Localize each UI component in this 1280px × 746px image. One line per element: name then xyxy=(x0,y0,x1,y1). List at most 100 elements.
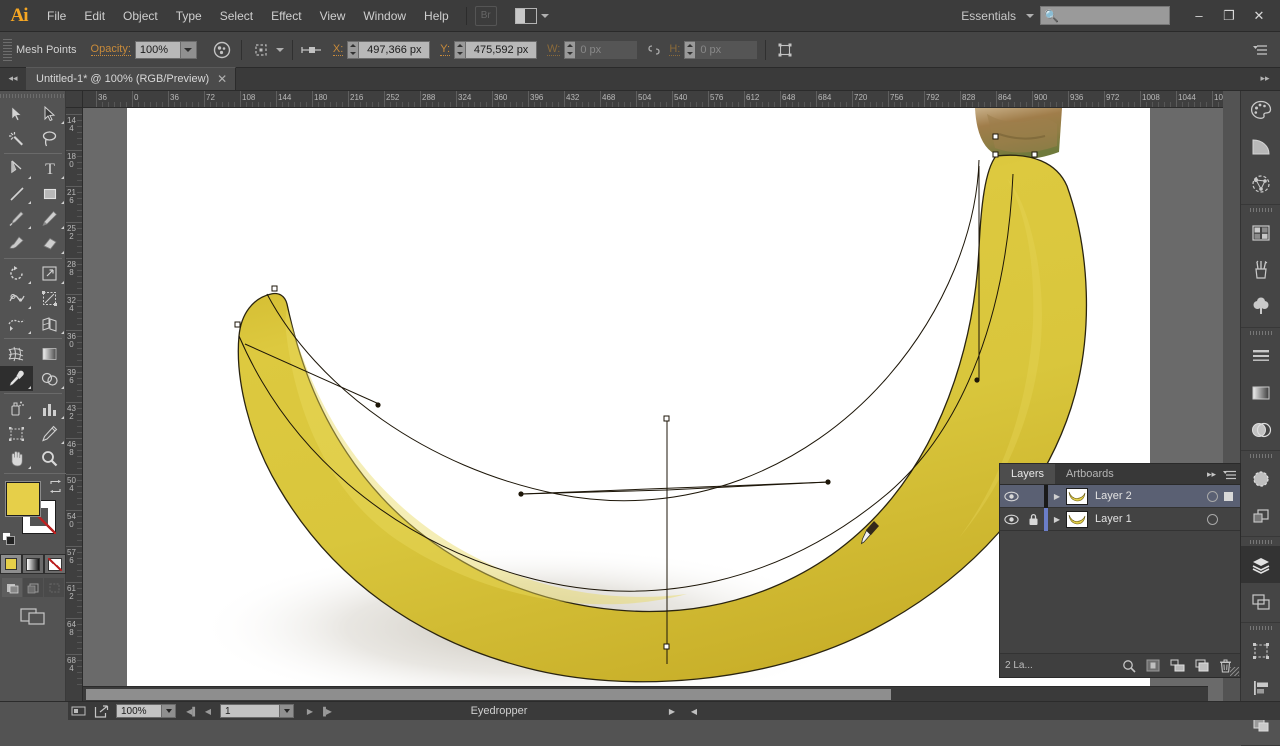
ruler-origin-corner[interactable] xyxy=(66,91,83,108)
link-dimensions-icon[interactable] xyxy=(643,39,665,61)
lasso-tool[interactable] xyxy=(33,126,66,151)
stroke-panel-icon[interactable] xyxy=(1241,337,1280,374)
layers-panel[interactable]: Layers Artboards ▸▸ ▶ Laye xyxy=(999,463,1241,678)
gradient-tool[interactable] xyxy=(33,341,66,366)
layer-name[interactable]: Layer 1 xyxy=(1095,513,1207,525)
appearance-panel-icon[interactable] xyxy=(1241,460,1280,497)
opacity-dropdown-button[interactable] xyxy=(181,41,197,59)
align-button[interactable] xyxy=(250,39,284,61)
panel-menu-icon[interactable] xyxy=(1223,469,1235,480)
color-panel-icon[interactable] xyxy=(1241,91,1280,128)
share-on-behance-icon[interactable] xyxy=(90,705,112,718)
double-arrow-icon[interactable]: ▸▸ xyxy=(1207,469,1216,480)
y-spinner[interactable] xyxy=(454,41,465,59)
create-new-layer-icon[interactable] xyxy=(1195,659,1209,672)
arrange-documents-button[interactable] xyxy=(515,8,549,24)
magic-wand-tool[interactable] xyxy=(0,126,33,151)
symbols-panel-icon[interactable] xyxy=(1241,165,1280,202)
window-close-button[interactable]: ✕ xyxy=(1244,1,1274,31)
dock-group-4-grip[interactable] xyxy=(1241,451,1280,460)
transform-icon[interactable] xyxy=(774,39,796,61)
layer-target-indicator[interactable] xyxy=(1207,491,1218,502)
close-icon[interactable]: ✕ xyxy=(217,72,227,86)
graphic-styles-panel-icon[interactable] xyxy=(1241,497,1280,534)
pen-tool[interactable] xyxy=(0,156,33,181)
artboard-number-input[interactable]: 1 xyxy=(220,704,280,718)
none-mode-button[interactable] xyxy=(44,554,66,574)
artboards-panel-icon[interactable] xyxy=(1241,583,1280,620)
draw-normal-button[interactable] xyxy=(2,578,22,597)
scroll-left-icon[interactable]: ◀ xyxy=(686,707,702,716)
banana-mesh-artwork[interactable] xyxy=(127,108,1150,701)
gradient-mode-button[interactable] xyxy=(22,554,44,574)
free-transform-tool[interactable] xyxy=(33,286,66,311)
panel-resize-handle[interactable] xyxy=(1230,667,1239,676)
horizontal-scrollbar[interactable] xyxy=(83,686,1208,701)
zoom-dropdown-button[interactable] xyxy=(162,704,176,718)
layer-lock-toggle[interactable] xyxy=(1022,513,1044,526)
width-tool[interactable] xyxy=(0,286,33,311)
line-segment-tool[interactable] xyxy=(0,181,33,206)
pencil-tool[interactable] xyxy=(33,206,66,231)
blend-tool[interactable] xyxy=(33,366,66,391)
brushes-panel-icon[interactable] xyxy=(1241,251,1280,288)
menu-file[interactable]: File xyxy=(38,0,75,32)
swatches-panel-icon[interactable] xyxy=(1241,214,1280,251)
swap-fill-stroke-icon[interactable] xyxy=(49,480,62,493)
x-input[interactable]: 497,366 px xyxy=(358,41,430,59)
opacity-input[interactable]: 100% xyxy=(135,41,181,59)
paintbrush-tool[interactable] xyxy=(0,206,33,231)
menu-window[interactable]: Window xyxy=(354,0,415,32)
layer-expand-triangle-icon[interactable]: ▶ xyxy=(1048,515,1066,524)
tab-layers[interactable]: Layers xyxy=(1000,464,1055,484)
control-bar-grip[interactable] xyxy=(3,39,12,61)
column-graph-tool[interactable] xyxy=(33,396,66,421)
layers-panel-icon[interactable] xyxy=(1241,546,1280,583)
bridge-icon[interactable]: Br xyxy=(475,6,497,26)
y-input[interactable]: 475,592 px xyxy=(465,41,537,59)
layer-expand-triangle-icon[interactable]: ▶ xyxy=(1048,492,1066,501)
horizontal-scroll-thumb[interactable] xyxy=(86,689,891,700)
last-artboard-button[interactable]: ▐▶ xyxy=(318,707,334,716)
symbols-library-icon[interactable] xyxy=(1241,288,1280,325)
transparency-icon[interactable] xyxy=(211,39,233,61)
scale-tool[interactable] xyxy=(33,261,66,286)
first-artboard-button[interactable]: ◀▌ xyxy=(184,707,200,716)
document-tab[interactable]: Untitled-1* @ 100% (RGB/Preview) ✕ xyxy=(26,67,236,90)
vertical-ruler[interactable]: 1441802162522883243603964324685045405766… xyxy=(66,108,83,701)
artboard-dropdown-button[interactable] xyxy=(280,704,294,718)
fill-swatch[interactable] xyxy=(6,482,40,516)
locate-object-icon[interactable] xyxy=(1122,659,1136,673)
make-clipping-mask-icon[interactable] xyxy=(1146,659,1160,672)
dock-group-3-grip[interactable] xyxy=(1241,328,1280,337)
change-screen-mode-icon[interactable] xyxy=(18,605,48,630)
blob-brush-tool[interactable] xyxy=(0,231,33,256)
selection-tool[interactable] xyxy=(0,101,33,126)
default-fill-stroke-icon[interactable] xyxy=(2,532,16,546)
x-spinner[interactable] xyxy=(347,41,358,59)
menu-object[interactable]: Object xyxy=(114,0,167,32)
table-row[interactable]: ▶ Layer 1 xyxy=(1000,508,1240,531)
perspective-grid-tool[interactable] xyxy=(33,311,66,336)
collapse-panel-icon[interactable]: ◂◂ xyxy=(0,67,26,90)
layer-visibility-toggle[interactable] xyxy=(1000,491,1022,502)
table-row[interactable]: ▶ Layer 2 xyxy=(1000,485,1240,508)
layer-target-indicator[interactable] xyxy=(1207,514,1218,525)
rectangle-tool[interactable] xyxy=(33,181,66,206)
previous-artboard-button[interactable]: ◀ xyxy=(200,707,216,716)
menu-select[interactable]: Select xyxy=(211,0,262,32)
transform-panel-icon[interactable] xyxy=(1241,632,1280,669)
next-artboard-button[interactable]: ▶ xyxy=(302,707,318,716)
artboard-tool[interactable] xyxy=(0,421,33,446)
workspace-chevron-down-icon[interactable] xyxy=(1026,14,1034,18)
eraser-tool[interactable] xyxy=(33,231,66,256)
expand-panel-icon[interactable]: ▸▸ xyxy=(1250,67,1280,90)
tab-artboards[interactable]: Artboards xyxy=(1055,464,1125,484)
dock-group-5-grip[interactable] xyxy=(1241,537,1280,546)
window-minimize-button[interactable]: – xyxy=(1184,1,1214,31)
draw-inside-button[interactable] xyxy=(44,578,64,597)
zoom-tool[interactable] xyxy=(33,446,66,471)
slice-tool[interactable] xyxy=(33,421,66,446)
h-input[interactable]: 0 px xyxy=(695,41,757,59)
mesh-tool[interactable] xyxy=(0,341,33,366)
